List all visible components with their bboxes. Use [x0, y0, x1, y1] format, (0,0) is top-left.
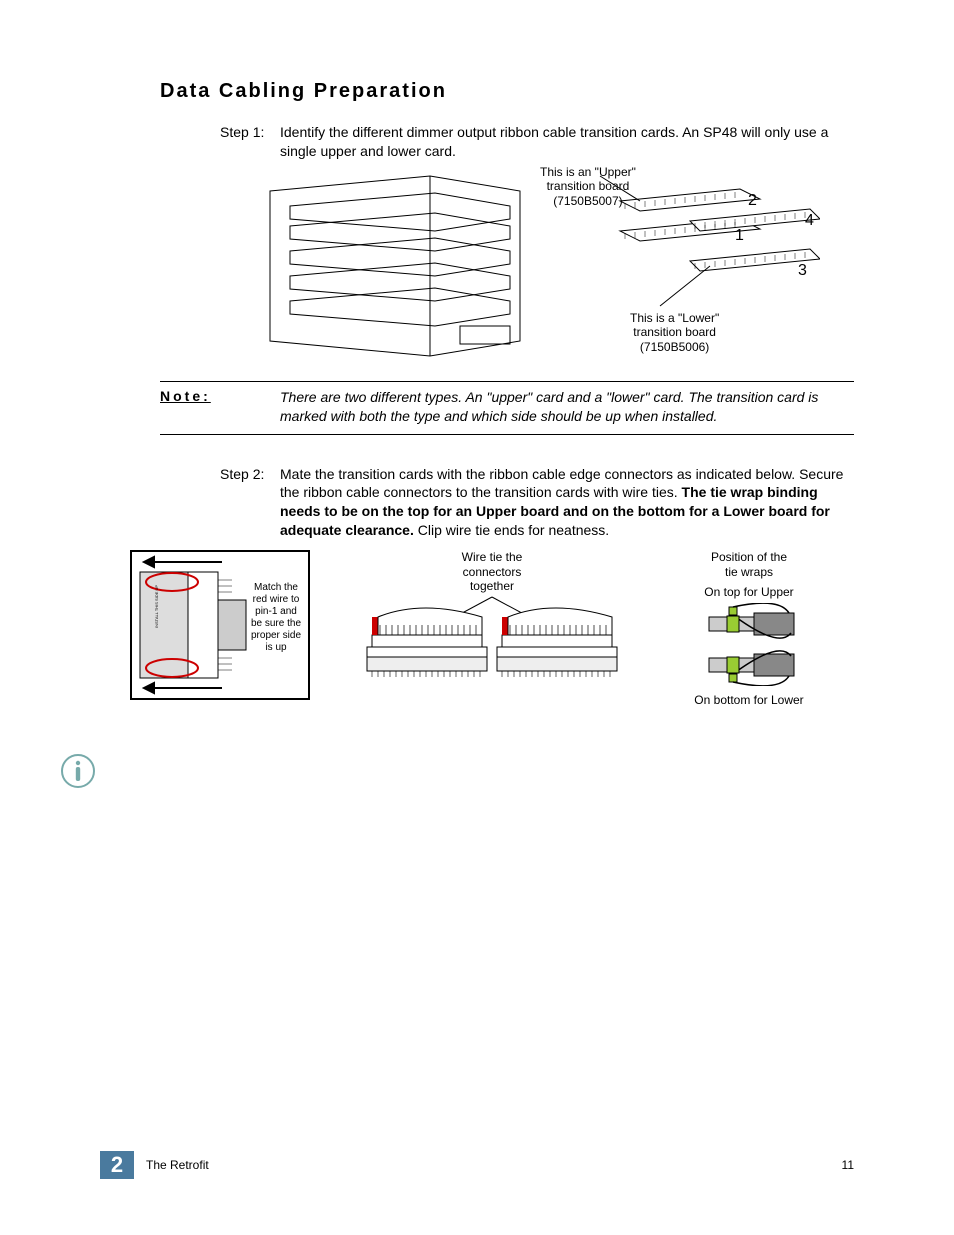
fig2c-upper-label: On top for Upper — [664, 585, 834, 599]
fig1-lower-callout-l3: (7150B5006) — [640, 340, 709, 354]
step-1-body: Identify the different dimmer output rib… — [280, 123, 854, 161]
step-1-label: Step 1: — [220, 123, 280, 161]
fig2c-title-l1: Position of the — [711, 550, 787, 564]
note-body: There are two different types. An "upper… — [280, 388, 854, 426]
fig1-upper-callout-l2: transition board — [547, 179, 630, 193]
footer-chapter-title: The Retrofit — [146, 1158, 842, 1172]
note-label: Note: — [160, 388, 280, 404]
svg-text:INSTALL THIS SIDE UP: INSTALL THIS SIDE UP — [154, 585, 159, 628]
figure-2-row: INSTALL THIS SIDE UP Match the red wire … — [120, 550, 834, 718]
fig1-num-3: 3 — [798, 261, 807, 280]
figure-2a-pin1: INSTALL THIS SIDE UP Match the red wire … — [120, 550, 320, 700]
fig2a-text: Match the red wire to pin-1 and be sure … — [250, 582, 302, 654]
step-2: Step 2: Mate the transition cards with t… — [220, 465, 854, 541]
fig2b-label-l2: connectors — [463, 565, 522, 579]
step-2-body-b: Clip wire tie ends for neatness. — [414, 522, 609, 538]
fig1-num-2: 2 — [748, 191, 757, 210]
fig2c-title-l2: tie wraps — [725, 565, 773, 579]
footer-page-number: 11 — [842, 1158, 854, 1172]
figure-2c-tie-positions: Position of the tie wraps On top for Upp… — [664, 550, 834, 711]
fig1-num-1: 1 — [735, 226, 744, 245]
fig1-upper-callout-l3: (7150B5007) — [553, 194, 622, 208]
fig2b-label-l3: together — [470, 579, 514, 593]
note-block: Note: There are two different types. An … — [160, 381, 854, 435]
page-footer: 2 The Retrofit 11 — [100, 1151, 854, 1179]
step-1: Step 1: Identify the different dimmer ou… — [220, 123, 854, 161]
figure-1-transition-boards: This is an "Upper" transition board (715… — [260, 171, 820, 361]
fig1-num-4: 4 — [805, 211, 814, 230]
step-2-label: Step 2: — [220, 465, 280, 541]
fig1-upper-callout-l1: This is an "Upper" — [540, 165, 636, 179]
fig2c-lower-label: On bottom for Lower — [664, 693, 834, 707]
footer-chapter-number: 2 — [100, 1151, 134, 1179]
step-2-body: Mate the transition cards with the ribbo… — [280, 465, 854, 541]
fig1-lower-callout-l2: transition board — [633, 325, 716, 339]
fig1-lower-callout-l1: This is a "Lower" — [630, 311, 719, 325]
fig2b-label-l1: Wire tie the — [462, 550, 523, 564]
info-icon — [60, 753, 96, 789]
section-title: Data Cabling Preparation — [160, 80, 854, 103]
figure-2b-wire-tie: Wire tie the connectors together — [352, 550, 632, 718]
